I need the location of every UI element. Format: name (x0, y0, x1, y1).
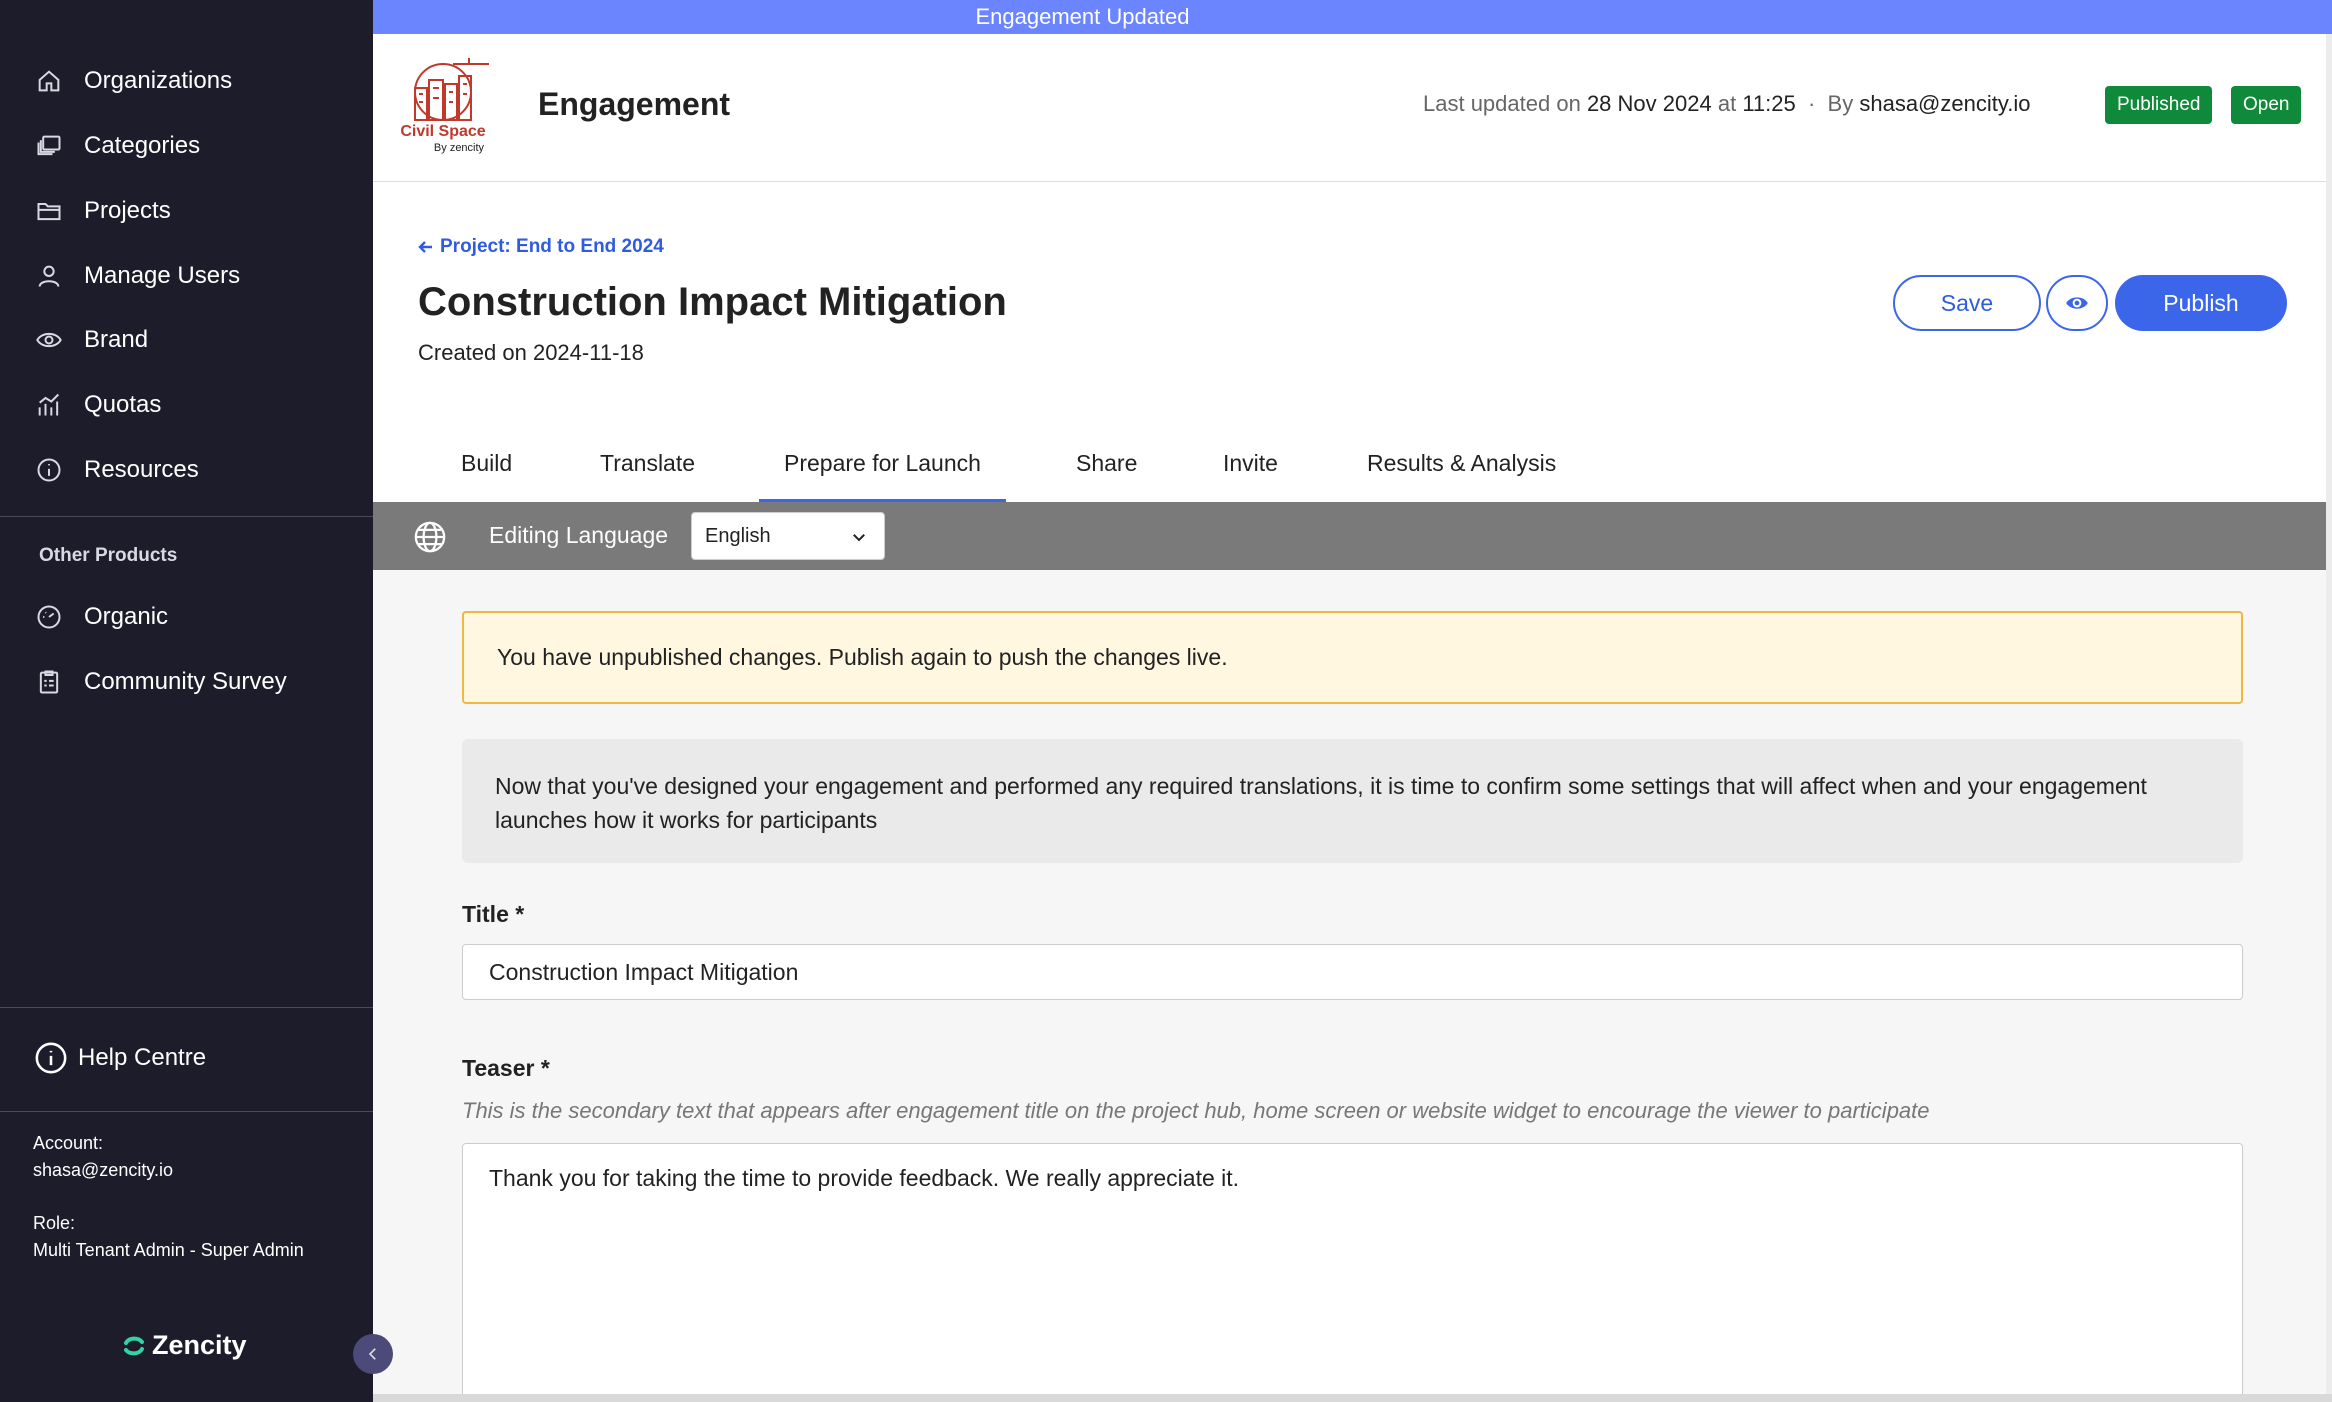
editing-language-label: Editing Language (489, 522, 669, 548)
role-label: Role: (33, 1213, 76, 1233)
sidebar-item-quotas[interactable]: Quotas (34, 385, 161, 425)
sidebar-item-brand[interactable]: Brand (34, 320, 148, 360)
title-field-label: Title * (462, 901, 525, 927)
globe-icon (414, 521, 446, 553)
meta-separator: · (1807, 91, 1816, 116)
info-icon (34, 455, 64, 485)
info-callout: Now that you've designed your engagement… (462, 739, 2243, 863)
zencity-brand-name: Zencity (152, 1330, 247, 1360)
civil-space-logo: Civil Space By zencity (393, 54, 493, 159)
sidebar-item-projects[interactable]: Projects (34, 191, 171, 231)
collapse-sidebar-button[interactable] (353, 1334, 393, 1374)
eye-icon (34, 325, 64, 355)
sidebar-item-label: Organic (84, 603, 169, 630)
logo-text: Civil Space (400, 123, 485, 140)
eye-icon (2066, 297, 2088, 309)
header-title: Engagement (538, 86, 731, 122)
sidebar-item-categories[interactable]: Categories (34, 126, 200, 166)
banner-text: Engagement Updated (975, 4, 1190, 29)
meta-by: By (1827, 91, 1854, 116)
sidebar-divider (0, 1111, 373, 1112)
chart-icon (34, 390, 64, 420)
meta-at: at (1717, 91, 1737, 116)
sidebar-item-label: Organizations (84, 67, 233, 94)
preview-button[interactable] (2046, 275, 2108, 331)
folder-icon (34, 196, 64, 226)
tab-results-analysis[interactable]: Results & Analysis (1367, 440, 1556, 502)
status-banner: Engagement Updated (373, 0, 2332, 34)
help-centre-label: Help Centre (78, 1044, 207, 1071)
sidebar-item-label: Categories (84, 132, 201, 159)
language-selected: English (705, 525, 771, 547)
sidebar-item-label: Community Survey (84, 668, 287, 695)
publish-button[interactable]: Publish (2115, 275, 2287, 331)
save-button[interactable]: Save (1893, 275, 2041, 331)
sidebar-item-manage-users[interactable]: Manage Users (34, 256, 240, 296)
meta-date: 28 Nov 2024 (1586, 91, 1712, 116)
sidebar: Organizations Categories Projects Manage… (0, 0, 373, 1402)
sidebar-item-label: Quotas (84, 391, 162, 418)
tab-prepare-for-launch[interactable]: Prepare for Launch (759, 440, 1006, 502)
horizontal-scrollbar[interactable] (373, 1394, 2332, 1402)
title-input[interactable] (462, 944, 2243, 1000)
page-header: Project: End to End 2024 Construction Im… (373, 182, 2332, 502)
page-title: Construction Impact Mitigation (418, 280, 1007, 324)
chevron-left-icon (368, 1348, 376, 1360)
sidebar-item-label: Resources (84, 456, 199, 483)
user-icon (34, 261, 64, 291)
sidebar-item-label: Manage Users (84, 262, 241, 289)
gauge-icon (34, 602, 64, 632)
last-updated-meta: Last updated on 28 Nov 2024 at 11:25 · B… (1423, 91, 2030, 117)
tab-translate[interactable]: Translate (600, 440, 695, 502)
app-header: Civil Space By zencity Engagement Last u… (373, 34, 2332, 182)
vertical-scrollbar[interactable] (2326, 34, 2332, 1394)
home-icon (34, 66, 64, 96)
zencity-logo: Zencity (122, 1330, 247, 1361)
meta-prefix: Last updated on (1423, 91, 1581, 116)
back-to-project-link[interactable]: Project: End to End 2024 (418, 236, 664, 258)
sidebar-item-label: Brand (84, 326, 149, 353)
arrow-left-icon (418, 241, 432, 253)
account-value: shasa@zencity.io (33, 1160, 174, 1180)
sidebar-item-community-survey[interactable]: Community Survey (34, 662, 287, 702)
teaser-textarea[interactable]: Thank you for taking the time to provide… (462, 1143, 2243, 1402)
info-icon (35, 1042, 67, 1074)
tab-share[interactable]: Share (1076, 440, 1137, 502)
teaser-field-label: Teaser * (462, 1055, 550, 1081)
chevron-down-icon (853, 534, 865, 542)
tab-invite[interactable]: Invite (1223, 440, 1278, 502)
sidebar-item-organic[interactable]: Organic (34, 597, 168, 637)
account-label: Account: (33, 1133, 104, 1153)
sidebar-item-organizations[interactable]: Organizations (34, 61, 232, 101)
sidebar-item-resources[interactable]: Resources (34, 450, 199, 490)
language-bar: Editing Language English (373, 502, 2332, 570)
sidebar-divider (0, 1007, 373, 1008)
teaser-hint: This is the secondary text that appears … (462, 1098, 1930, 1123)
tab-build[interactable]: Build (461, 440, 512, 502)
back-link-label: Project: End to End 2024 (440, 236, 664, 257)
clipboard-icon (34, 667, 64, 697)
created-date: Created on 2024-11-18 (418, 340, 644, 365)
unpublished-changes-alert: You have unpublished changes. Publish ag… (462, 611, 2243, 704)
categories-icon (34, 131, 64, 161)
meta-user: shasa@zencity.io (1859, 91, 2031, 116)
logo-subtext: By zencity (434, 142, 485, 154)
language-select[interactable]: English (691, 512, 885, 560)
account-info: Account: shasa@zencity.io Role: Multi Te… (33, 1130, 304, 1264)
sidebar-divider (0, 516, 373, 517)
other-products-heading: Other Products (39, 545, 178, 566)
status-badge-published: Published (2105, 86, 2213, 124)
sidebar-item-label: Projects (84, 197, 171, 224)
meta-time: 11:25 (1742, 91, 1796, 116)
help-centre-link[interactable]: Help Centre (34, 1041, 206, 1075)
role-value: Multi Tenant Admin - Super Admin (33, 1240, 304, 1260)
tab-bar: Build Translate Prepare for Launch Share… (373, 440, 2332, 502)
zencity-mark-icon (124, 1336, 144, 1355)
status-badge-open: Open (2231, 86, 2302, 124)
